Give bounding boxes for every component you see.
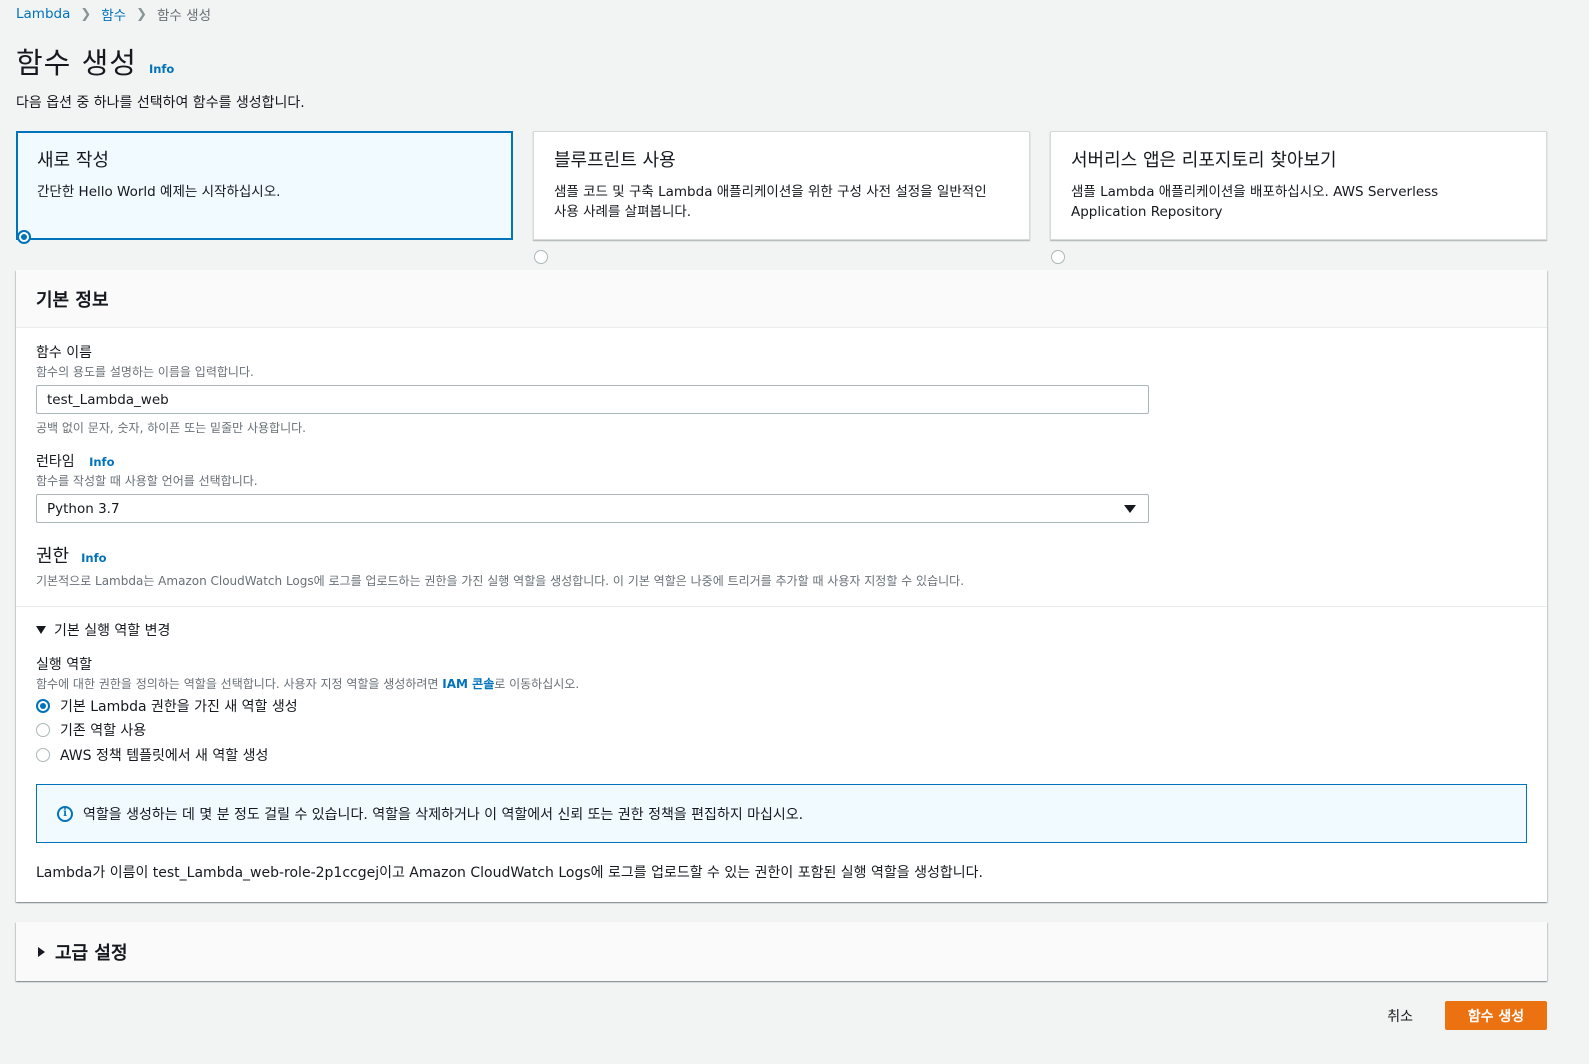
iam-console-link[interactable]: IAM 콘솔 <box>442 677 494 691</box>
runtime-label: 런타임 <box>36 454 75 470</box>
exec-role-label: 실행 역할 <box>36 657 92 673</box>
page: Lambda ❯ 함수 ❯ 함수 생성 함수 생성 Info 다음 옵션 중 하… <box>0 0 1589 1064</box>
breadcrumb: Lambda ❯ 함수 ❯ 함수 생성 <box>16 4 211 24</box>
option-desc: 간단한 Hello World 예제는 시작하십시오. <box>37 184 281 200</box>
runtime-field: 런타임 Info 함수를 작성할 때 사용할 언어를 선택합니다. Python… <box>36 451 1149 523</box>
option-author-from-scratch[interactable]: 새로 작성 간단한 Hello World 예제는 시작하십시오. <box>16 131 513 244</box>
cancel-button[interactable]: 취소 <box>1387 1006 1413 1026</box>
caret-down-icon <box>36 626 46 634</box>
divider <box>16 606 1547 607</box>
runtime-select[interactable]: Python 3.7 <box>36 494 1149 523</box>
advanced-settings-panel[interactable]: 고급 설정 <box>16 922 1547 981</box>
permissions-info-link[interactable]: Info <box>81 551 106 565</box>
advanced-settings-header[interactable]: 고급 설정 <box>16 922 1547 981</box>
function-name-field: 함수 이름 함수의 용도를 설명하는 이름을 입력합니다. test_Lambd… <box>36 342 1149 436</box>
basic-info-panel: 기본 정보 함수 이름 함수의 용도를 설명하는 이름을 입력합니다. test… <box>16 270 1547 902</box>
chevron-right-icon: ❯ <box>80 6 92 22</box>
radio-selected[interactable] <box>36 699 50 713</box>
title-row: 함수 생성 Info <box>16 40 174 82</box>
expander-label: 기본 실행 역할 변경 <box>54 623 171 639</box>
permissions-section: 권한 Info 기본적으로 Lambda는 Amazon CloudWatch … <box>36 542 964 589</box>
form-actions: 취소 함수 생성 <box>1387 1001 1547 1030</box>
page-title: 함수 생성 <box>16 46 137 80</box>
basic-info-header: 기본 정보 <box>16 270 1547 328</box>
advanced-settings-label: 고급 설정 <box>55 942 128 964</box>
exec-role-desc: 함수에 대한 권한을 정의하는 역할을 선택합니다. 사용자 지정 역할을 생성… <box>36 675 579 692</box>
caret-right-icon <box>38 946 45 957</box>
caret-down-icon <box>1124 505 1136 513</box>
function-name-constraint: 공백 없이 문자, 숫자, 하이픈 또는 밑줄만 사용합니다. <box>36 421 306 435</box>
exec-role-option-label: 기존 역할 사용 <box>60 723 147 739</box>
radio[interactable] <box>36 748 50 762</box>
role-info-alert: i 역할을 생성하는 데 몇 분 정도 걸릴 수 있습니다. 역할을 삭제하거나… <box>36 784 1527 843</box>
exec-role-desc-text: 함수에 대한 권한을 정의하는 역할을 선택합니다. 사용자 지정 역할을 생성… <box>36 677 443 691</box>
function-name-value: test_Lambda_web <box>47 391 169 408</box>
option-title: 블루프린트 사용 <box>554 150 676 171</box>
runtime-label-row: 런타임 Info <box>36 451 1149 471</box>
option-use-blueprint[interactable]: 블루프린트 사용 샘플 코드 및 구축 Lambda 애플리케이션을 위한 구성… <box>533 131 1030 264</box>
title-info-link[interactable]: Info <box>149 62 174 76</box>
permissions-desc: 기본적으로 Lambda는 Amazon CloudWatch Logs에 로그… <box>36 574 965 588</box>
option-title: 새로 작성 <box>37 150 109 171</box>
exec-role-option-policy-template[interactable]: AWS 정책 템플릿에서 새 역할 생성 <box>36 745 268 765</box>
function-name-label: 함수 이름 <box>36 345 92 361</box>
exec-role-option-existing[interactable]: 기존 역할 사용 <box>36 720 146 740</box>
create-function-button[interactable]: 함수 생성 <box>1445 1001 1547 1030</box>
creation-options: 새로 작성 간단한 Hello World 예제는 시작하십시오. 블루프린트 … <box>16 131 1547 264</box>
option-browse-serverless-repo[interactable]: 서버리스 앱은 리포지토리 찾아보기 샘플 Lambda 애플리케이션을 배포하… <box>1050 131 1547 264</box>
breadcrumb-functions-link[interactable]: 함수 <box>101 4 126 24</box>
option-radio[interactable] <box>1051 249 1065 264</box>
option-radio[interactable] <box>534 249 548 264</box>
role-info-text: 역할을 생성하는 데 몇 분 정도 걸릴 수 있습니다. 역할을 삭제하거나 이… <box>83 806 804 823</box>
runtime-desc: 함수를 작성할 때 사용할 언어를 선택합니다. <box>36 474 258 488</box>
function-name-input[interactable]: test_Lambda_web <box>36 385 1149 414</box>
info-icon: i <box>57 805 73 822</box>
exec-role-option-label: AWS 정책 템플릿에서 새 역할 생성 <box>60 748 269 764</box>
option-title: 서버리스 앱은 리포지토리 찾아보기 <box>1071 150 1337 171</box>
exec-role-desc-text-end: 로 이동하십시오. <box>494 677 580 691</box>
radio[interactable] <box>36 723 50 737</box>
function-name-desc: 함수의 용도를 설명하는 이름을 입력합니다. <box>36 365 254 379</box>
runtime-info-link[interactable]: Info <box>89 455 114 469</box>
role-result-note: Lambda가 이름이 test_Lambda_web-role-2p1ccge… <box>36 865 983 881</box>
exec-role-option-new-basic[interactable]: 기본 Lambda 권한을 가진 새 역할 생성 <box>36 696 298 716</box>
change-exec-role-expander[interactable]: 기본 실행 역할 변경 <box>36 620 170 640</box>
breadcrumb-current: 함수 생성 <box>157 8 211 24</box>
option-radio-selected[interactable] <box>17 229 31 244</box>
permissions-heading-row: 권한 Info <box>36 542 964 568</box>
runtime-value: Python 3.7 <box>47 500 120 517</box>
permissions-heading: 권한 <box>36 546 70 567</box>
option-desc: 샘플 Lambda 애플리케이션을 배포하십시오. AWS Serverless… <box>1071 184 1439 220</box>
option-desc: 샘플 코드 및 구축 Lambda 애플리케이션을 위한 구성 사전 설정을 일… <box>554 184 987 220</box>
page-subtitle: 다음 옵션 중 하나를 선택하여 함수를 생성합니다. <box>16 95 305 111</box>
exec-role-field: 실행 역할 함수에 대한 권한을 정의하는 역할을 선택합니다. 사용자 지정 … <box>36 654 579 692</box>
exec-role-option-label: 기본 Lambda 권한을 가진 새 역할 생성 <box>60 699 298 715</box>
chevron-right-icon: ❯ <box>136 6 148 22</box>
breadcrumb-lambda-link[interactable]: Lambda <box>16 6 70 22</box>
